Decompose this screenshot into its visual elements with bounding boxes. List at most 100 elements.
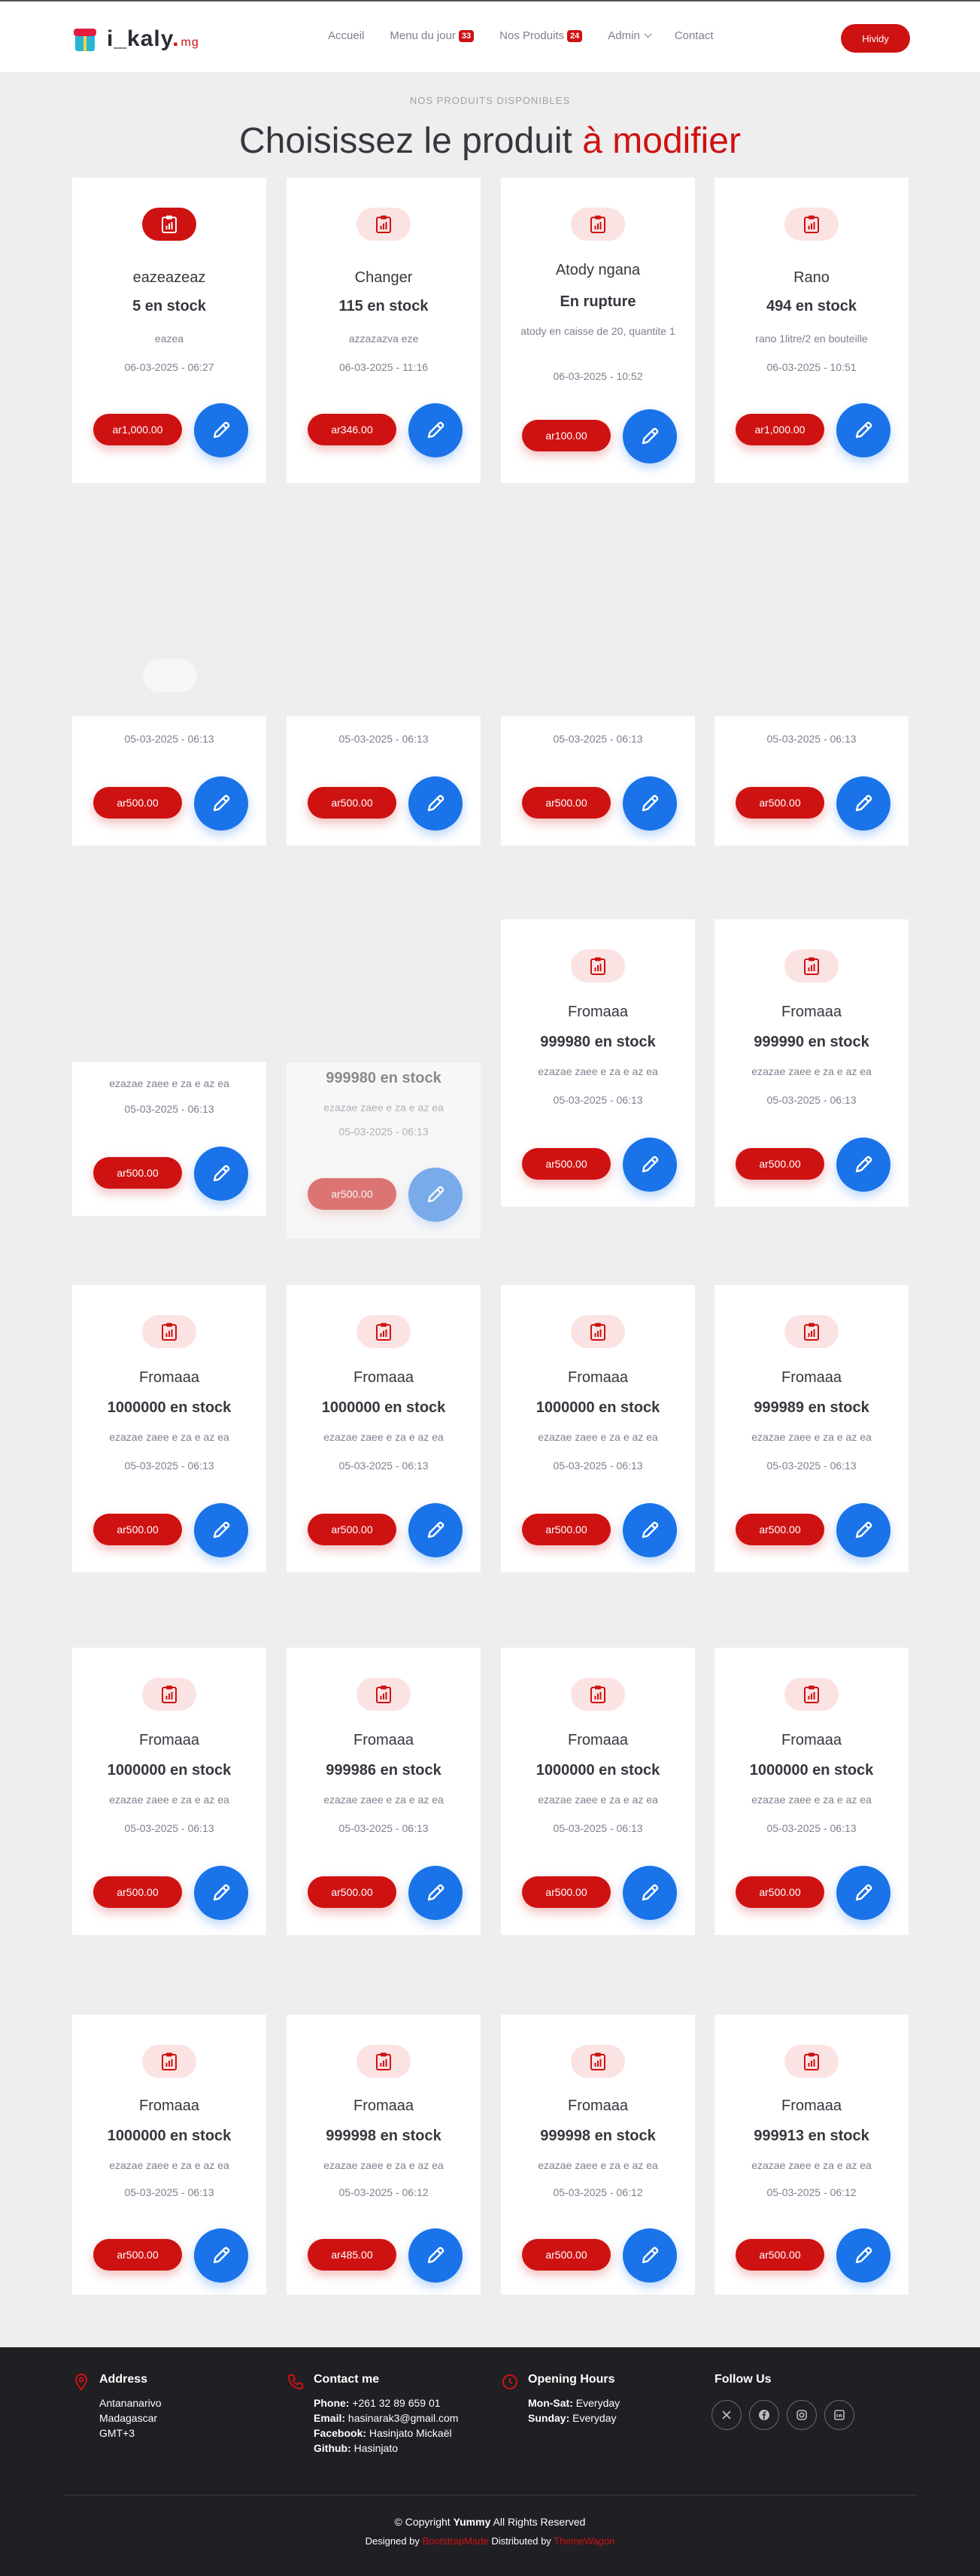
price-button[interactable]: ar500.00 bbox=[308, 1876, 396, 1908]
product-card[interactable]: Fromaaa 1000000 en stock ezazae zaee e za … bbox=[72, 1285, 266, 1572]
product-icon-pill bbox=[571, 208, 625, 241]
product-card[interactable]: 999980 en stock ezazae zaee e za e az ea 0… bbox=[287, 1062, 481, 1238]
price-button[interactable]: ar346.00 bbox=[308, 414, 396, 445]
edit-button[interactable] bbox=[408, 776, 463, 831]
product-icon-pill bbox=[142, 208, 196, 241]
edit-button[interactable] bbox=[408, 2228, 463, 2283]
product-date: 05-03-2025 - 06:13 bbox=[553, 733, 643, 745]
product-date: 05-03-2025 - 06:13 bbox=[124, 1822, 214, 1834]
product-card[interactable]: Fromaaa 1000000 en stock ezazae zaee e za … bbox=[72, 2015, 266, 2295]
price-button[interactable]: ar1,000.00 bbox=[93, 414, 182, 445]
edit-button[interactable] bbox=[194, 1147, 248, 1201]
price-button[interactable]: ar500.00 bbox=[93, 1876, 182, 1908]
product-card[interactable]: Fromaaa 999998 en stock ezazae zaee e za e… bbox=[501, 2015, 695, 2295]
product-card[interactable]: 05-03-2025 - 06:13 ar500.00 bbox=[501, 716, 695, 846]
linkedin-icon[interactable] bbox=[824, 2400, 854, 2430]
price-button[interactable]: ar100.00 bbox=[522, 420, 611, 451]
product-card[interactable]: Fromaaa 999998 en stock ezazae zaee e za e… bbox=[287, 2015, 481, 2295]
product-card[interactable]: Fromaaa 1000000 en stock ezazae zaee e za … bbox=[287, 1285, 481, 1572]
gift-icon bbox=[72, 26, 96, 53]
price-button[interactable]: ar500.00 bbox=[522, 787, 611, 819]
nav-menu-du-jour[interactable]: Menu du jour 33 bbox=[390, 29, 475, 42]
nav-accueil[interactable]: Accueil bbox=[328, 29, 364, 42]
price-button[interactable]: ar500.00 bbox=[308, 787, 396, 819]
product-card[interactable]: Atody ngana En rupture atody en caisse de … bbox=[501, 178, 695, 483]
product-card[interactable]: Fromaaa 999980 en stock ezazae zaee e za e… bbox=[501, 919, 695, 1207]
site-logo[interactable]: i_kaly. mg bbox=[72, 24, 199, 54]
product-card[interactable]: ezazae zaee e za e az ea 05-03-2025 - 06:… bbox=[72, 1062, 266, 1216]
price-button[interactable]: ar500.00 bbox=[93, 787, 182, 819]
nav-admin-dropdown[interactable]: Admin bbox=[608, 29, 652, 42]
hividy-button[interactable]: Hividy bbox=[841, 24, 910, 53]
price-button[interactable]: ar500.00 bbox=[93, 2239, 182, 2271]
price-button[interactable]: ar500.00 bbox=[736, 1514, 824, 1545]
instagram-icon[interactable] bbox=[787, 2400, 817, 2430]
price-button[interactable]: ar500.00 bbox=[308, 1178, 396, 1210]
edit-button[interactable] bbox=[623, 1866, 677, 1920]
edit-button[interactable] bbox=[836, 776, 890, 831]
product-stock: 1000000 en stock bbox=[536, 1399, 660, 1416]
x-icon[interactable] bbox=[711, 2400, 742, 2430]
price-button[interactable]: ar500.00 bbox=[308, 1514, 396, 1545]
edit-button[interactable] bbox=[194, 403, 248, 457]
product-date: 05-03-2025 - 06:13 bbox=[338, 1822, 429, 1834]
clipboard-chart-icon bbox=[376, 1685, 391, 1703]
edit-button[interactable] bbox=[408, 403, 463, 457]
edit-button[interactable] bbox=[408, 1168, 463, 1222]
github-link[interactable]: Hasinjato bbox=[354, 2442, 398, 2454]
product-card[interactable]: 05-03-2025 - 06:13 ar500.00 bbox=[287, 716, 481, 846]
product-card[interactable]: Fromaaa 1000000 en stock ezazae zaee e za … bbox=[501, 1285, 695, 1572]
product-card[interactable]: Fromaaa 999990 en stock ezazae zaee e za e… bbox=[715, 919, 909, 1207]
product-card[interactable]: Rano 494 en stock rano 1litre/2 en bouteil… bbox=[715, 178, 909, 483]
product-description: ezazae zaee e za e az ea bbox=[538, 1065, 658, 1077]
price-button[interactable]: ar500.00 bbox=[522, 1876, 611, 1908]
edit-button[interactable] bbox=[623, 2228, 677, 2283]
edit-button[interactable] bbox=[836, 1503, 890, 1557]
product-card[interactable]: Fromaaa 1000000 en stock ezazae zaee e za … bbox=[72, 1648, 266, 1935]
price-button[interactable]: ar500.00 bbox=[736, 2239, 824, 2271]
price-button[interactable]: ar500.00 bbox=[736, 787, 824, 819]
price-button[interactable]: ar1,000.00 bbox=[736, 414, 824, 445]
edit-button[interactable] bbox=[836, 1138, 890, 1192]
edit-button[interactable] bbox=[194, 2228, 248, 2283]
edit-button[interactable] bbox=[836, 1866, 890, 1920]
price-button[interactable]: ar500.00 bbox=[736, 1148, 824, 1180]
edit-button[interactable] bbox=[194, 1866, 248, 1920]
edit-button[interactable] bbox=[623, 409, 677, 463]
edit-button[interactable] bbox=[623, 1138, 677, 1192]
price-button[interactable]: ar500.00 bbox=[736, 1876, 824, 1908]
themewagon-link[interactable]: ThemeWagon bbox=[554, 2535, 614, 2547]
bootstrapmade-link[interactable]: BootstrapMade bbox=[423, 2535, 489, 2547]
product-card[interactable]: Changer 115 en stock azzazazva eze 06-03-20… bbox=[287, 178, 481, 483]
product-card[interactable]: 05-03-2025 - 06:13 ar500.00 bbox=[715, 716, 909, 846]
nav-nos-produits[interactable]: Nos Produits 24 bbox=[499, 29, 583, 42]
price-button[interactable]: ar500.00 bbox=[522, 2239, 611, 2271]
facebook-icon[interactable] bbox=[749, 2400, 779, 2430]
edit-button[interactable] bbox=[623, 776, 677, 831]
product-name: Fromaaa bbox=[353, 1732, 414, 1748]
price-button[interactable]: ar500.00 bbox=[93, 1514, 182, 1545]
edit-button[interactable] bbox=[194, 1503, 248, 1557]
price-button[interactable]: ar500.00 bbox=[522, 1148, 611, 1180]
product-card[interactable]: Fromaaa 1000000 en stock ezazae zaee e za … bbox=[501, 1648, 695, 1935]
product-card[interactable]: 05-03-2025 - 06:13 ar500.00 bbox=[72, 716, 266, 846]
edit-button[interactable] bbox=[408, 1866, 463, 1920]
edit-button[interactable] bbox=[623, 1503, 677, 1557]
product-card[interactable]: Fromaaa 999989 en stock ezazae zaee e za e… bbox=[715, 1285, 909, 1572]
product-card[interactable]: Fromaaa 999986 en stock ezazae zaee e za e… bbox=[287, 1648, 481, 1935]
product-card[interactable]: Fromaaa 999913 en stock ezazae zaee e za e… bbox=[715, 2015, 909, 2295]
edit-button[interactable] bbox=[408, 1503, 463, 1557]
pencil-icon bbox=[427, 1884, 444, 1901]
price-button[interactable]: ar500.00 bbox=[522, 1514, 611, 1545]
product-card[interactable]: eazeazeaz 5 en stock eazea 06-03-2025 - 06:… bbox=[72, 178, 266, 483]
edit-button[interactable] bbox=[836, 403, 890, 457]
price-button[interactable]: ar500.00 bbox=[93, 1157, 182, 1189]
facebook-link[interactable]: Hasinjato Mickaël bbox=[369, 2427, 452, 2439]
price-button[interactable]: ar485.00 bbox=[308, 2239, 396, 2271]
clipboard-chart-icon bbox=[162, 1323, 177, 1341]
product-card[interactable]: Fromaaa 1000000 en stock ezazae zaee e za … bbox=[715, 1648, 909, 1935]
email-link[interactable]: hasinarak3@gmail.com bbox=[348, 2412, 459, 2424]
nav-contact[interactable]: Contact bbox=[675, 29, 714, 42]
edit-button[interactable] bbox=[194, 776, 248, 831]
edit-button[interactable] bbox=[836, 2228, 890, 2283]
